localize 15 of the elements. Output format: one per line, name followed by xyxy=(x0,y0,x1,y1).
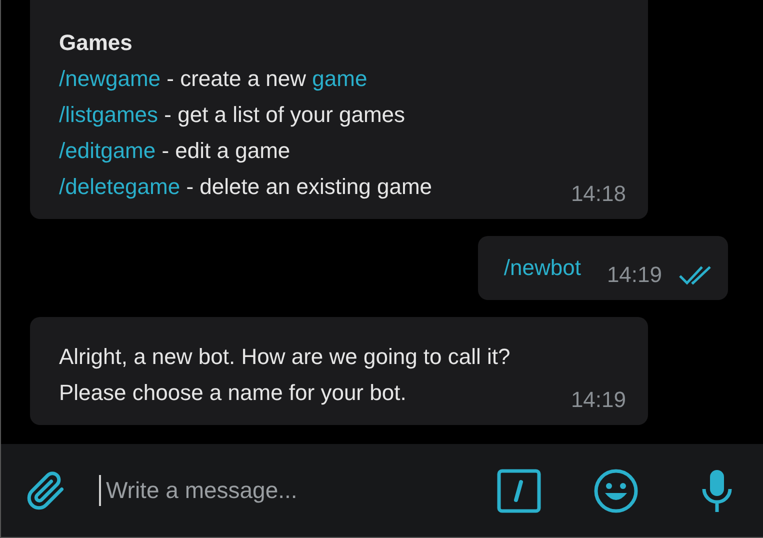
message-text: /newbot xyxy=(504,254,581,282)
message-text: /deletegame - delete an existing game xyxy=(59,173,432,201)
message-time: 14:19 xyxy=(606,261,662,289)
message-heading: Games xyxy=(59,29,134,57)
message-text: Please choose a name for your bot. xyxy=(59,379,408,407)
message-time: 14:19 xyxy=(570,386,626,414)
message-text: /editgame - edit a game xyxy=(59,137,292,165)
message-text: Alright, a new bot. How are we going to call it? xyxy=(59,343,510,371)
message-text: /listgames - get a list of your games xyxy=(59,101,406,129)
commands-icon[interactable] xyxy=(497,468,541,512)
emoji-icon[interactable] xyxy=(593,468,639,514)
message-text: /newgame - create a new game xyxy=(59,65,368,93)
message-input[interactable]: Write a message... xyxy=(99,475,477,506)
message-time: 14:18 xyxy=(570,180,626,208)
microphone-icon[interactable] xyxy=(701,468,733,514)
